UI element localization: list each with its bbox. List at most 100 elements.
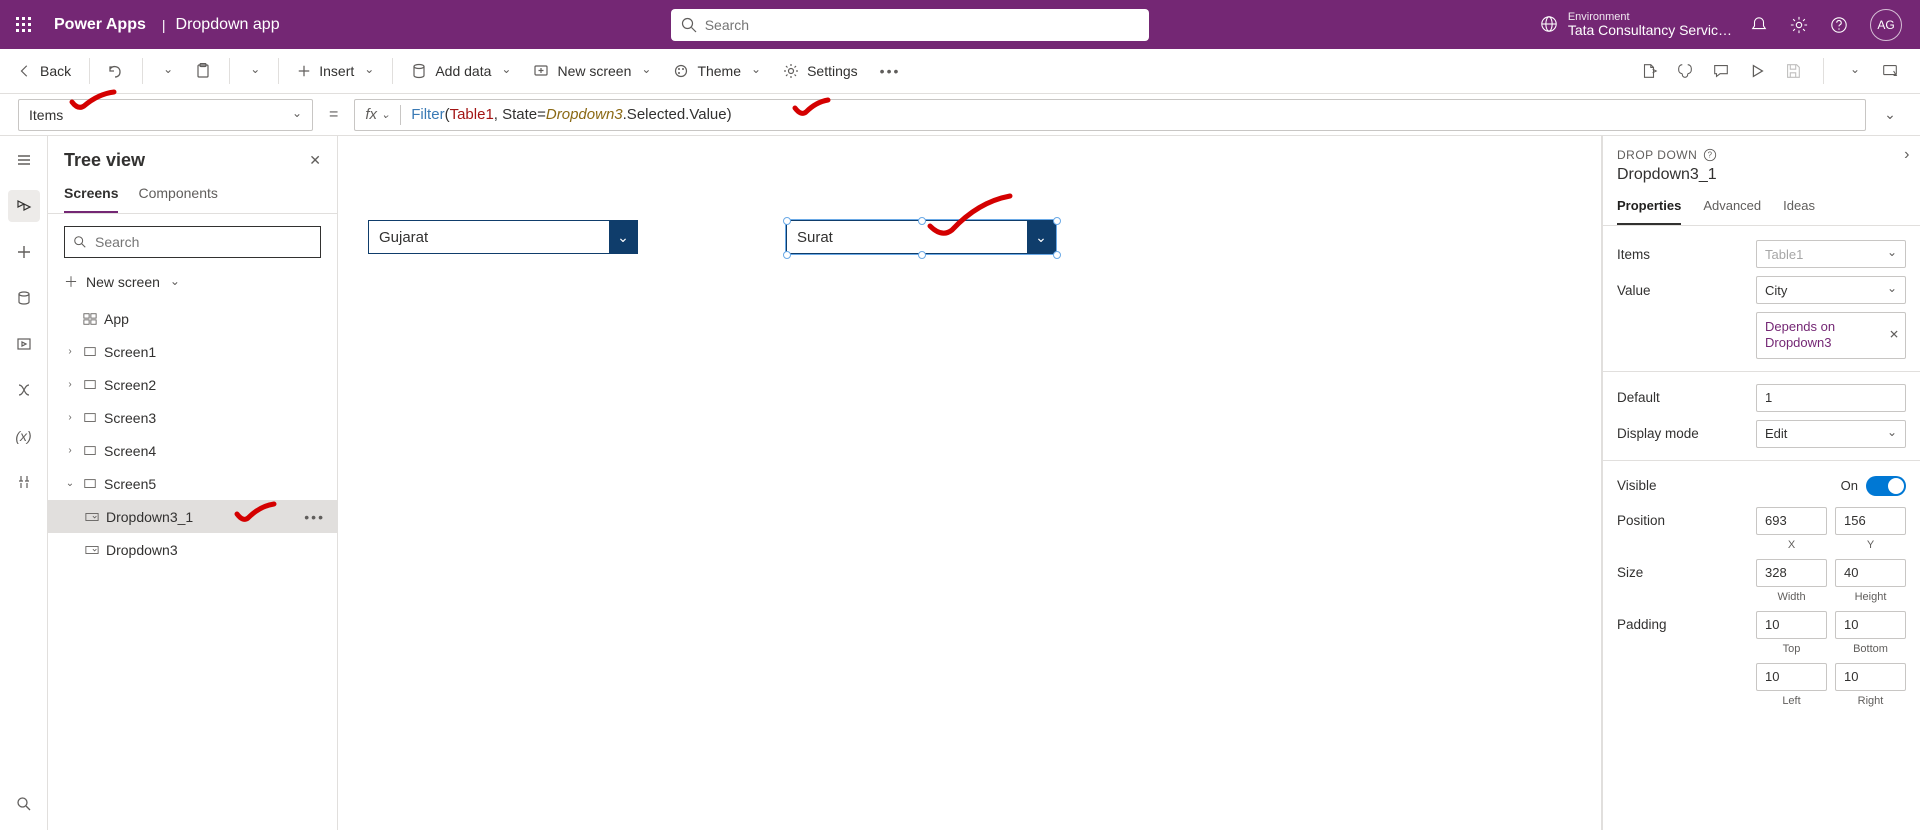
help-icon[interactable] <box>1830 16 1848 34</box>
props-tab-properties[interactable]: Properties <box>1617 192 1681 225</box>
tree-node-app[interactable]: App <box>48 302 337 335</box>
waffle-icon[interactable] <box>0 17 48 33</box>
tree-new-screen[interactable]: ＋ New screen <box>48 266 337 302</box>
overflow-button[interactable]: ••• <box>872 57 909 85</box>
prop-width-input[interactable] <box>1756 559 1827 587</box>
tree-node-screen3[interactable]: ›Screen3 <box>48 401 337 434</box>
canvas-dropdown-b-value: Surat <box>787 221 1027 253</box>
control-name: Dropdown3_1 <box>1603 164 1920 192</box>
tree-node-screen2[interactable]: ›Screen2 <box>48 368 337 401</box>
tree-tab-components[interactable]: Components <box>138 177 217 213</box>
canvas-dropdown-a-value: Gujarat <box>369 221 609 253</box>
settings-gear-icon[interactable] <box>1790 16 1808 34</box>
rail-tools[interactable] <box>8 466 40 498</box>
tree-node-dropdown3[interactable]: Dropdown3 <box>48 533 337 566</box>
prop-x-input[interactable] <box>1756 507 1827 535</box>
new-screen-button[interactable]: New screen <box>525 57 659 85</box>
chevron-down-icon[interactable]: ⌄ <box>609 221 637 253</box>
prop-visible-toggle[interactable] <box>1866 476 1906 496</box>
tree-view-close[interactable]: ✕ <box>309 152 321 169</box>
prop-display-mode-select[interactable]: Edit <box>1756 420 1906 448</box>
rail-search[interactable] <box>8 788 40 820</box>
preview-icon[interactable] <box>1747 61 1767 81</box>
prop-pad-right-input[interactable] <box>1835 663 1906 691</box>
prop-pad-bottom-input[interactable] <box>1835 611 1906 639</box>
property-selector[interactable]: Items <box>18 99 313 131</box>
global-search-input[interactable] <box>705 17 1139 33</box>
tree-tab-screens[interactable]: Screens <box>64 177 118 213</box>
tree-node-screen4[interactable]: ›Screen4 <box>48 434 337 467</box>
settings-button[interactable]: Settings <box>775 57 866 85</box>
paste-dropdown[interactable] <box>240 58 268 84</box>
canvas-surface[interactable]: Gujarat ⌄ Surat ⌄ <box>338 136 1601 830</box>
rail-media[interactable] <box>8 328 40 360</box>
props-tab-ideas[interactable]: Ideas <box>1783 192 1815 225</box>
environment-icon <box>1540 15 1558 33</box>
tree-search[interactable] <box>64 226 321 258</box>
theme-button[interactable]: Theme <box>665 57 769 85</box>
prop-value-label: Value <box>1617 283 1748 298</box>
prop-items-select[interactable]: Table1 <box>1756 240 1906 268</box>
add-data-button[interactable]: Add data <box>403 57 519 85</box>
canvas[interactable]: Gujarat ⌄ Surat ⌄ <box>338 136 1602 830</box>
prop-value-select[interactable]: City <box>1756 276 1906 304</box>
prop-depends-box[interactable]: Depends on Dropdown3 ✕ <box>1756 312 1906 359</box>
save-icon[interactable] <box>1783 61 1803 81</box>
tree-node-screen1[interactable]: ›Screen1 <box>48 335 337 368</box>
help-icon[interactable]: ? <box>1703 148 1717 162</box>
canvas-dropdown-a[interactable]: Gujarat ⌄ <box>368 220 638 254</box>
tree-node-dropdown3-1[interactable]: Dropdown3_1 ••• <box>48 500 337 533</box>
undo-dropdown[interactable] <box>153 58 181 84</box>
comments-icon[interactable] <box>1711 61 1731 81</box>
collapse-pane-icon[interactable]: › <box>1904 146 1910 164</box>
tree-label: Screen2 <box>104 377 156 393</box>
undo-button[interactable] <box>100 57 132 85</box>
prop-height-input[interactable] <box>1835 559 1906 587</box>
rail-tree-view[interactable] <box>8 190 40 222</box>
insert-button[interactable]: Insert <box>289 57 382 85</box>
props-tab-advanced[interactable]: Advanced <box>1703 192 1761 225</box>
prop-pad-left-input[interactable] <box>1756 663 1827 691</box>
equals-sign: = <box>325 106 342 124</box>
environment-label: Environment <box>1568 11 1732 23</box>
paste-button[interactable] <box>187 57 219 85</box>
publish-icon[interactable] <box>1880 61 1900 81</box>
rail-hamburger[interactable] <box>8 144 40 176</box>
prop-pad-top-input[interactable] <box>1756 611 1827 639</box>
rail-flows[interactable] <box>8 374 40 406</box>
rail-variables[interactable]: (x) <box>8 420 40 452</box>
share-icon[interactable] <box>1639 61 1659 81</box>
notifications-icon[interactable] <box>1750 16 1768 34</box>
formula-input[interactable]: fx Filter(Table1, State=Dropdown3.Select… <box>354 99 1866 131</box>
app-checker-icon[interactable] <box>1675 61 1695 81</box>
app-title[interactable]: Dropdown app <box>176 16 280 34</box>
environment-name: Tata Consultancy Servic… <box>1568 23 1732 38</box>
tree-node-more[interactable]: ••• <box>304 509 325 525</box>
tree-node-screen5[interactable]: ⌄Screen5 <box>48 467 337 500</box>
close-icon[interactable]: ✕ <box>1889 328 1899 343</box>
search-icon <box>73 235 87 249</box>
prop-default-input[interactable] <box>1756 384 1906 412</box>
plus-icon <box>297 64 311 78</box>
svg-text:?: ? <box>1708 151 1713 160</box>
fx-label[interactable]: fx <box>365 106 390 123</box>
add-data-label: Add data <box>435 63 491 79</box>
database-icon <box>411 63 427 79</box>
rail-insert[interactable] <box>8 236 40 268</box>
chevron-down-icon[interactable]: ⌄ <box>1027 221 1055 253</box>
back-label: Back <box>40 63 71 79</box>
global-search[interactable] <box>671 9 1149 41</box>
rail-data[interactable] <box>8 282 40 314</box>
prop-y-input[interactable] <box>1835 507 1906 535</box>
tree-search-input[interactable] <box>95 234 312 250</box>
screen-icon <box>82 344 98 360</box>
canvas-dropdown-b[interactable]: Surat ⌄ <box>786 220 1056 254</box>
user-avatar[interactable]: AG <box>1870 9 1902 41</box>
arrow-left-icon <box>18 64 32 78</box>
formula-expand[interactable]: ⌄ <box>1878 106 1902 123</box>
save-menu[interactable] <box>1844 61 1864 81</box>
property-name: Items <box>29 107 63 123</box>
back-button[interactable]: Back <box>10 57 79 85</box>
brand-label[interactable]: Power Apps <box>48 16 152 34</box>
environment-picker[interactable]: Environment Tata Consultancy Servic… <box>1540 11 1732 38</box>
